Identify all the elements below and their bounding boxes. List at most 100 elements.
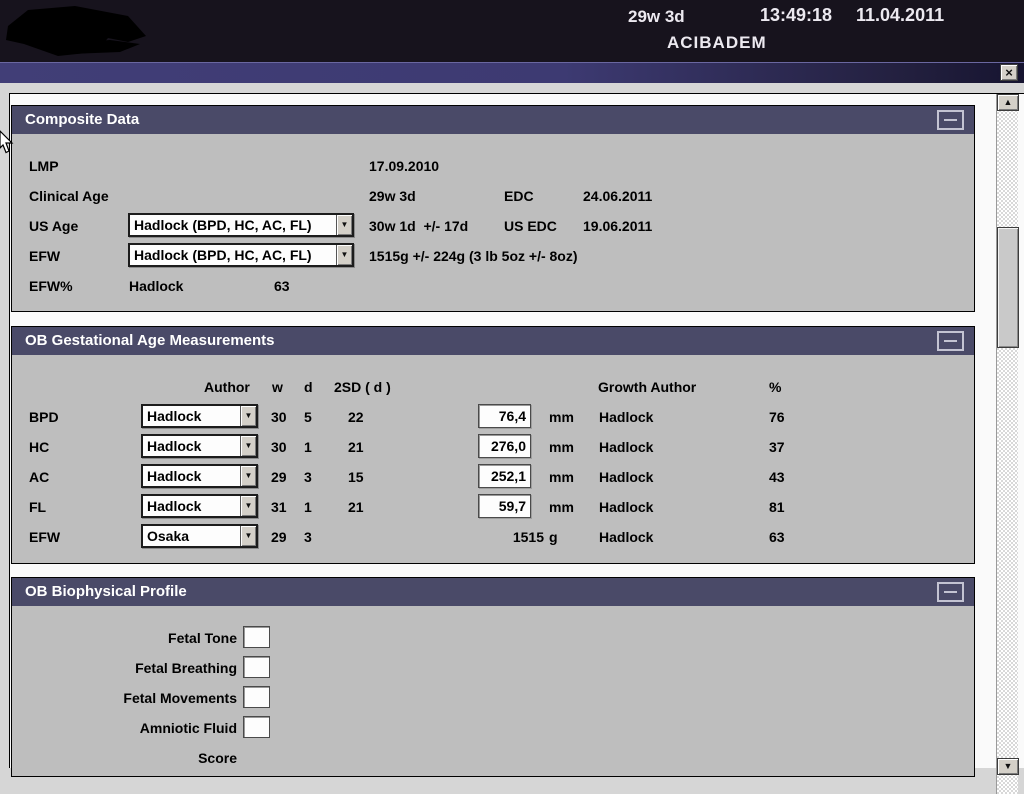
row-label: HC (29, 439, 49, 455)
chevron-down-icon[interactable]: ▼ (240, 436, 256, 456)
clock-date: 11.04.2011 (856, 5, 944, 26)
chevron-down-icon[interactable]: ▼ (240, 526, 256, 546)
author-select[interactable]: Hadlock ▼ (141, 464, 258, 488)
fetal-tone-label: Fetal Tone (12, 630, 237, 646)
collapse-icon[interactable] (937, 582, 964, 602)
us-edc-label: US EDC (504, 218, 557, 234)
lmp-label: LMP (29, 158, 59, 174)
growth-author: Hadlock (599, 439, 653, 455)
measurement-input[interactable]: 59,7 (478, 494, 531, 518)
days-value: 3 (304, 469, 312, 485)
collapse-icon[interactable] (937, 331, 964, 351)
unit-label: g (549, 529, 558, 545)
fetal-movements-label: Fetal Movements (12, 690, 237, 706)
sd-value: 22 (348, 409, 364, 425)
section-header: OB Gestational Age Measurements (12, 327, 974, 355)
measurement-input[interactable]: 276,0 (478, 434, 531, 458)
sd-value: 15 (348, 469, 364, 485)
sd-value: 21 (348, 499, 364, 515)
edc-value: 24.06.2011 (583, 188, 652, 204)
vertical-scrollbar[interactable]: ▲ ▼ (996, 94, 1018, 794)
selected-author: Hadlock (143, 438, 240, 454)
growth-author: Hadlock (599, 409, 653, 425)
efw-pct-value: 63 (274, 278, 290, 294)
scroll-down-icon[interactable]: ▼ (997, 758, 1019, 775)
weeks-value: 30 (271, 409, 287, 425)
selected-formula: Hadlock (BPD, HC, AC, FL) (130, 217, 336, 233)
us-age-value: 30w 1d +/- 17d (369, 218, 468, 234)
section-header: OB Biophysical Profile (12, 578, 974, 606)
unit-label: mm (549, 469, 574, 485)
days-value: 5 (304, 409, 312, 425)
scroll-up-icon[interactable]: ▲ (997, 94, 1019, 111)
amniotic-fluid-input[interactable] (243, 716, 270, 738)
growth-author: Hadlock (599, 499, 653, 515)
gestational-age-display: 29w 3d (628, 7, 685, 27)
amniotic-fluid-label: Amniotic Fluid (12, 720, 237, 736)
clinical-age-value: 29w 3d (369, 188, 416, 204)
growth-author: Hadlock (599, 469, 653, 485)
row-label: AC (29, 469, 49, 485)
unit-label: mm (549, 499, 574, 515)
efw-value: 1515g +/- 224g (3 lb 5oz +/- 8oz) (369, 248, 578, 264)
growth-author: Hadlock (599, 529, 653, 545)
selected-formula: Hadlock (BPD, HC, AC, FL) (130, 247, 336, 263)
percentile-value: 63 (769, 529, 785, 545)
col-author: Author (204, 379, 250, 395)
window-title-strip (0, 62, 1024, 83)
status-bar: 29w 3d 13:49:18 11.04.2011 ACIBADEM (0, 0, 1024, 62)
selected-author: Hadlock (143, 408, 240, 424)
section-biophysical-profile: OB Biophysical Profile Fetal Tone Fetal … (11, 577, 975, 777)
author-select[interactable]: Osaka ▼ (141, 524, 258, 548)
section-ga-measurements: OB Gestational Age Measurements Author w… (11, 326, 975, 564)
section-title: Composite Data (25, 111, 139, 128)
scrollbar-thumb[interactable] (997, 227, 1019, 348)
close-icon[interactable]: × (1000, 64, 1018, 81)
weeks-value: 29 (271, 469, 287, 485)
col-percentile: % (769, 379, 781, 395)
percentile-value: 76 (769, 409, 785, 425)
days-value: 1 (304, 439, 312, 455)
selected-author: Hadlock (143, 468, 240, 484)
score-label: Score (12, 750, 237, 766)
col-2sd: 2SD ( d ) (334, 379, 391, 395)
fetal-breathing-input[interactable] (243, 656, 270, 678)
unit-label: mm (549, 409, 574, 425)
efw-formula-select[interactable]: Hadlock (BPD, HC, AC, FL) ▼ (128, 243, 354, 267)
col-d: d (304, 379, 313, 395)
weeks-value: 29 (271, 529, 287, 545)
weeks-value: 31 (271, 499, 287, 515)
col-w: w (272, 379, 283, 395)
author-select[interactable]: Hadlock ▼ (141, 434, 258, 458)
unit-label: mm (549, 439, 574, 455)
edc-label: EDC (504, 188, 534, 204)
mouse-cursor-icon (0, 130, 17, 156)
measurement-input[interactable]: 76,4 (478, 404, 531, 428)
efw-pct-author: Hadlock (129, 278, 183, 294)
chevron-down-icon[interactable]: ▼ (240, 466, 256, 486)
us-age-formula-select[interactable]: Hadlock (BPD, HC, AC, FL) ▼ (128, 213, 354, 237)
section-title: OB Gestational Age Measurements (25, 332, 275, 349)
days-value: 3 (304, 529, 312, 545)
fetal-breathing-label: Fetal Breathing (12, 660, 237, 676)
col-growth-author: Growth Author (598, 379, 696, 395)
chevron-down-icon[interactable]: ▼ (240, 406, 256, 426)
author-select[interactable]: Hadlock ▼ (141, 494, 258, 518)
fetal-tone-input[interactable] (243, 626, 270, 648)
section-title: OB Biophysical Profile (25, 583, 187, 600)
fetal-movements-input[interactable] (243, 686, 270, 708)
collapse-icon[interactable] (937, 110, 964, 130)
redacted-patient-name (0, 0, 180, 62)
section-composite-data: Composite Data LMP 17.09.2010 Clinical A… (11, 105, 975, 312)
efw-pct-label: EFW% (29, 278, 73, 294)
selected-author: Osaka (143, 528, 240, 544)
us-edc-value: 19.06.2011 (583, 218, 652, 234)
row-label: EFW (29, 529, 60, 545)
chevron-down-icon[interactable]: ▼ (336, 245, 352, 265)
sd-value: 21 (348, 439, 364, 455)
author-select[interactable]: Hadlock ▼ (141, 404, 258, 428)
chevron-down-icon[interactable]: ▼ (336, 215, 352, 235)
row-label: FL (29, 499, 46, 515)
measurement-input[interactable]: 252,1 (478, 464, 531, 488)
chevron-down-icon[interactable]: ▼ (240, 496, 256, 516)
